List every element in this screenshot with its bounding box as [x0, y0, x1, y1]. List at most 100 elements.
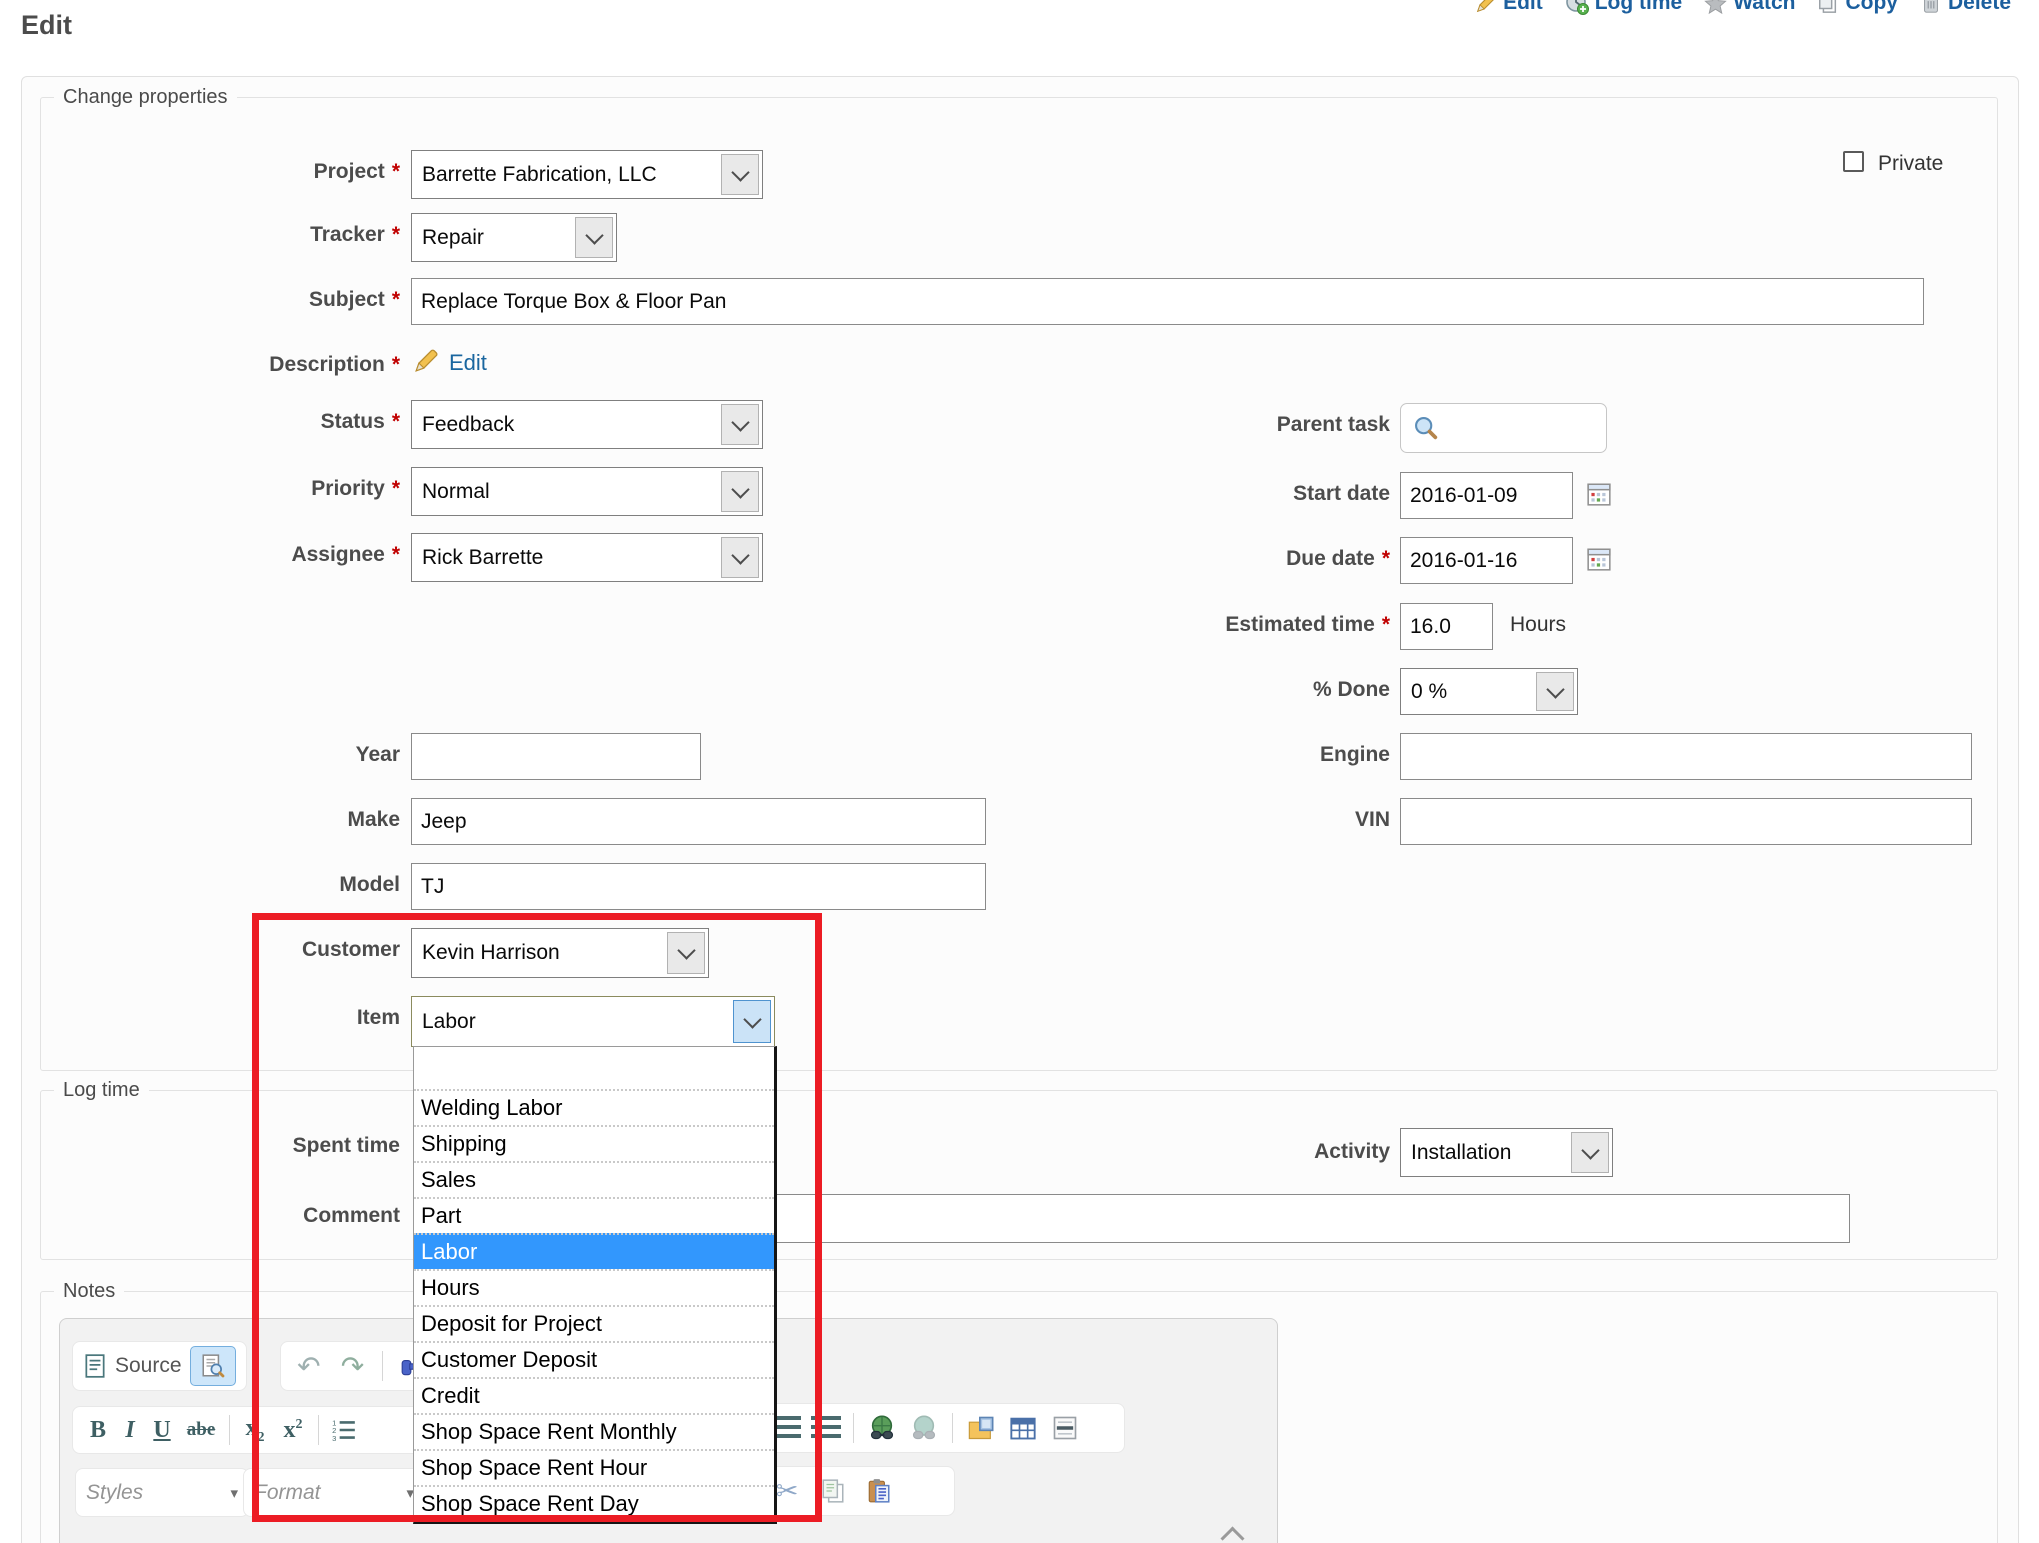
dropdown-option[interactable]: Credit	[414, 1377, 774, 1413]
undo-icon: ↶	[297, 1350, 320, 1383]
percent-done-select[interactable]: 0 %	[1400, 668, 1578, 715]
dropdown-option[interactable]: Deposit for Project	[414, 1305, 774, 1341]
preview-button[interactable]	[190, 1346, 236, 1386]
dropdown-option[interactable]: Labor	[414, 1233, 774, 1269]
strikethrough-button[interactable]: abe	[181, 1411, 221, 1449]
delete-link[interactable]: Delete	[1920, 0, 2011, 15]
log-time-legend: Log time	[54, 1079, 149, 1102]
chevron-down-icon: ▾	[230, 1484, 238, 1502]
chevron-down-icon	[721, 471, 759, 512]
chevron-down-icon	[721, 537, 759, 578]
watch-link[interactable]: Watch	[1704, 0, 1795, 15]
notes-legend: Notes	[54, 1280, 124, 1303]
assignee-select[interactable]: Rick Barrette	[411, 533, 763, 582]
dropdown-option[interactable]	[414, 1047, 774, 1089]
dropdown-option[interactable]: Part	[414, 1197, 774, 1233]
chevron-down-icon	[721, 404, 759, 445]
priority-select[interactable]: Normal	[411, 467, 763, 516]
subscript-icon: x2	[246, 1415, 265, 1446]
percent-done-label: % Done	[1090, 678, 1390, 702]
engine-input[interactable]	[1400, 733, 1972, 780]
dropdown-option[interactable]: Shop Space Rent Monthly	[414, 1413, 774, 1449]
toolbar-separator	[382, 1351, 383, 1381]
dropdown-option[interactable]: Shop Space Rent Day	[414, 1485, 774, 1521]
dropdown-option[interactable]: Shipping	[414, 1125, 774, 1161]
format-label: Format	[254, 1481, 321, 1505]
estimated-time-input[interactable]	[1400, 603, 1493, 650]
paste-icon	[866, 1478, 892, 1504]
calendar-icon[interactable]	[1586, 546, 1612, 572]
toolbar-separator	[952, 1413, 953, 1443]
underline-button[interactable]: U	[147, 1411, 177, 1449]
model-input[interactable]	[411, 863, 986, 910]
clipboard-group: ✂	[758, 1466, 955, 1516]
superscript-icon: x2	[284, 1417, 303, 1444]
chevron-down-icon	[1571, 1132, 1609, 1173]
bold-button[interactable]: B	[83, 1411, 113, 1449]
image-button[interactable]	[963, 1409, 999, 1447]
dropdown-option[interactable]: Hours	[414, 1269, 774, 1305]
description-edit-link[interactable]: Edit	[449, 350, 487, 376]
start-date-label: Start date	[1090, 482, 1390, 506]
bold-icon: B	[90, 1417, 106, 1444]
source-label: Source	[115, 1354, 182, 1378]
tracker-select[interactable]: Repair	[411, 213, 617, 262]
make-label: Make	[100, 808, 400, 832]
calendar-icon[interactable]	[1586, 481, 1612, 507]
status-select[interactable]: Feedback	[411, 400, 763, 449]
dropdown-option[interactable]: Shop Space Rent Hour	[414, 1449, 774, 1485]
edit-link[interactable]: Edit	[1475, 0, 1543, 15]
vin-input[interactable]	[1400, 798, 1972, 845]
comment-label: Comment	[100, 1204, 400, 1228]
engine-label: Engine	[1090, 743, 1390, 767]
vin-label: VIN	[1090, 808, 1390, 832]
paste-button[interactable]	[861, 1472, 897, 1510]
table-button[interactable]	[1005, 1409, 1041, 1447]
parent-task-label: Parent task	[1090, 413, 1390, 437]
dropdown-option[interactable]: Customer Deposit	[414, 1341, 774, 1377]
source-button[interactable]: Source	[83, 1347, 182, 1385]
activity-label: Activity	[1090, 1140, 1390, 1164]
subject-input[interactable]	[411, 278, 1924, 325]
toolbar-separator	[318, 1415, 319, 1445]
redo-button[interactable]: ↷	[335, 1347, 371, 1385]
issue-edit-page: Edit Log time Watch Copy Delete Edit Cha…	[0, 0, 2039, 1543]
dropdown-option[interactable]: Sales	[414, 1161, 774, 1197]
horizontal-rule-button[interactable]	[1047, 1409, 1083, 1447]
copy-button[interactable]	[815, 1472, 851, 1510]
priority-label: Priority*	[100, 477, 400, 501]
styles-dropdown[interactable]: Styles ▾	[75, 1468, 249, 1517]
superscript-button[interactable]: x2	[276, 1411, 310, 1449]
make-input[interactable]	[411, 798, 986, 845]
justify-block-button[interactable]	[809, 1409, 843, 1447]
dropdown-option[interactable]: Welding Labor	[414, 1089, 774, 1125]
unlink-button[interactable]	[906, 1409, 942, 1447]
start-date-input[interactable]	[1400, 472, 1573, 519]
copy-link[interactable]: Copy	[1817, 0, 1898, 15]
chevron-down-icon	[667, 932, 705, 974]
numbered-list-button[interactable]: 123	[327, 1411, 361, 1449]
subject-label: Subject*	[100, 288, 400, 312]
format-dropdown[interactable]: Format ▾	[243, 1468, 425, 1517]
item-select[interactable]: Labor	[411, 996, 775, 1047]
toolbar-separator	[229, 1415, 230, 1445]
subscript-button[interactable]: x2	[238, 1411, 272, 1449]
year-label: Year	[100, 743, 400, 767]
undo-button[interactable]: ↶	[291, 1347, 327, 1385]
link-button[interactable]	[864, 1409, 900, 1447]
due-date-label: Due date*	[1090, 547, 1390, 571]
due-date-input[interactable]	[1400, 537, 1573, 584]
change-properties-legend: Change properties	[54, 86, 237, 109]
page-title: Edit	[21, 10, 72, 41]
log-time-link[interactable]: Log time	[1565, 0, 1683, 15]
italic-button[interactable]: I	[117, 1411, 143, 1449]
strikethrough-icon: abe	[187, 1419, 216, 1441]
activity-select[interactable]: Installation	[1400, 1128, 1613, 1177]
year-input[interactable]	[411, 733, 701, 780]
customer-label: Customer	[100, 938, 400, 962]
project-select[interactable]: Barrette Fabrication, LLC	[411, 150, 763, 199]
source-icon	[83, 1353, 107, 1379]
item-dropdown-list: Welding LaborShippingSalesPartLaborHours…	[413, 1046, 777, 1524]
customer-select[interactable]: Kevin Harrison	[411, 928, 709, 978]
private-checkbox[interactable]	[1843, 151, 1864, 172]
